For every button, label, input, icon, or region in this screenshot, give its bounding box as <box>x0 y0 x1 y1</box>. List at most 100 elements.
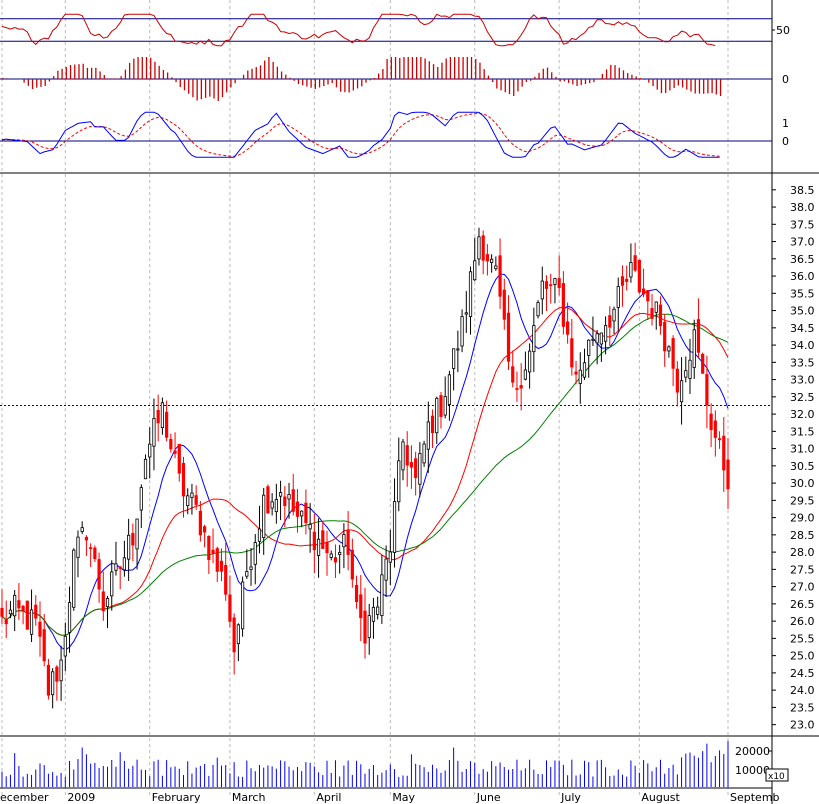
candle-up <box>595 333 599 344</box>
candle-up <box>679 380 684 403</box>
candle-up <box>460 316 464 347</box>
candle-down <box>177 443 181 474</box>
candle-up <box>72 549 76 608</box>
candle-down <box>430 415 435 434</box>
month-label: February <box>152 791 201 804</box>
candle-down <box>713 420 717 438</box>
month-label: August <box>641 791 680 804</box>
candle-up <box>135 518 139 550</box>
candle-down <box>485 254 490 262</box>
candle-down <box>566 321 570 335</box>
candle-up <box>540 280 544 300</box>
price-tick-label: 35.0 <box>790 305 815 318</box>
candle-up <box>139 487 143 511</box>
volume-tick-label: 20000 <box>735 745 770 758</box>
candle-up <box>13 594 17 617</box>
candle-up <box>253 542 257 565</box>
candle-down <box>312 531 316 551</box>
candle-up <box>63 635 67 657</box>
candle-down <box>620 276 625 286</box>
price-tick-label: 34.0 <box>790 339 815 352</box>
candle-down <box>228 594 232 622</box>
candle-up <box>435 397 439 434</box>
candle-down <box>511 366 515 383</box>
candle-up <box>667 346 671 352</box>
candle-up <box>51 671 55 696</box>
candle-up <box>342 534 346 548</box>
candle-down <box>671 338 675 369</box>
candle-down <box>515 388 519 390</box>
candle-down <box>557 278 561 289</box>
oscillator-axis-label: 0 <box>782 135 789 148</box>
candle-down <box>266 486 270 514</box>
candle-down <box>93 547 97 560</box>
candle-down <box>663 321 667 352</box>
price-tick-label: 33.0 <box>790 374 815 387</box>
candle-down <box>325 541 329 554</box>
candle-down <box>38 621 42 637</box>
candle-up <box>688 359 692 379</box>
candle-down <box>0 607 4 617</box>
oscillator-axis-label: 1 <box>782 117 789 130</box>
candle-up <box>591 338 595 341</box>
candle-down <box>101 591 105 612</box>
candle-down <box>705 374 709 406</box>
candle-up <box>490 258 494 263</box>
month-label: ecember <box>0 791 49 804</box>
candle-up <box>308 523 312 530</box>
candle-down <box>46 664 51 696</box>
candle-down <box>414 458 418 479</box>
candle-down <box>291 489 295 512</box>
candle-up <box>587 339 591 356</box>
candle-down <box>608 315 612 328</box>
candle-down <box>350 549 354 580</box>
candle-up <box>105 598 110 608</box>
candle-up <box>67 602 72 633</box>
candle-down <box>97 559 101 590</box>
candle-up <box>186 495 190 507</box>
candle-up <box>523 369 527 380</box>
price-tick-label: 36.0 <box>790 270 815 283</box>
price-tick-label: 28.5 <box>790 529 815 542</box>
price-tick-label: 37.0 <box>790 236 815 249</box>
price-tick-label: 24.0 <box>790 684 815 697</box>
candle-down <box>502 289 506 320</box>
candle-down <box>118 566 122 569</box>
candle-up <box>392 501 397 553</box>
candle-up <box>616 286 620 308</box>
candle-up <box>257 528 262 542</box>
candle-down <box>232 617 236 653</box>
candle-up <box>160 402 164 429</box>
month-label: June <box>476 791 501 804</box>
candle-up <box>245 571 249 577</box>
candle-up <box>380 574 384 617</box>
candle-up <box>443 396 447 416</box>
price-tick-label: 38.5 <box>790 184 815 197</box>
candle-up <box>536 302 540 317</box>
candle-down <box>224 564 228 595</box>
candle-up <box>401 441 405 471</box>
price-tick-label: 33.5 <box>790 356 815 369</box>
candle-down <box>363 610 367 644</box>
candle-up <box>190 492 194 498</box>
candle-down <box>709 413 713 431</box>
month-label: 2009 <box>67 791 95 804</box>
price-tick-label: 30.5 <box>790 460 815 473</box>
candle-down <box>359 594 363 619</box>
candle-down <box>89 547 93 550</box>
candle-up <box>338 552 342 556</box>
candle-up <box>578 369 582 384</box>
price-tick-label: 35.5 <box>790 287 815 300</box>
candle-up <box>654 301 658 313</box>
candle-down <box>42 629 46 662</box>
candle-up <box>426 421 430 450</box>
candle-up <box>464 312 468 315</box>
price-tick-label: 31.0 <box>790 443 815 456</box>
volume-tick-label: 10000 <box>735 764 770 777</box>
price-tick-label: 34.5 <box>790 322 815 335</box>
candle-down <box>722 435 726 471</box>
candle-up <box>582 362 587 378</box>
candle-down <box>570 338 574 368</box>
candle-up <box>236 624 240 645</box>
price-tick-label: 25.0 <box>790 650 815 663</box>
